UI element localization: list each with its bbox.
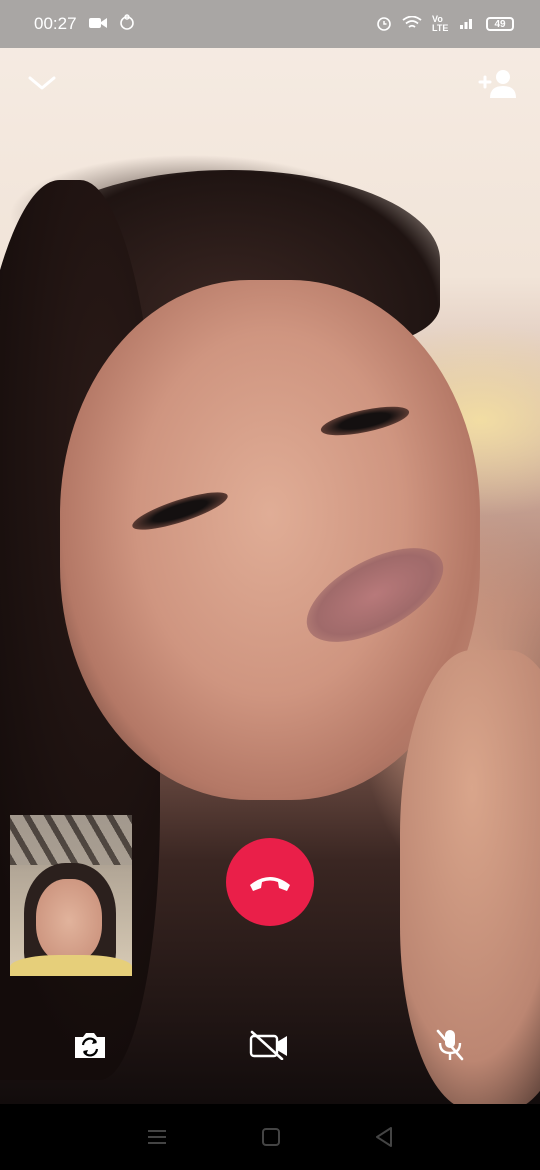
navigation-bar — [0, 1104, 540, 1170]
self-view-face — [36, 879, 102, 963]
chevron-down-icon — [28, 76, 56, 90]
notification-icon — [119, 13, 135, 35]
mic-off-icon — [436, 1029, 464, 1061]
add-person-icon — [478, 70, 516, 98]
alarm-icon — [376, 15, 392, 34]
status-time: 00:27 — [34, 14, 77, 33]
end-call-icon — [250, 877, 290, 891]
wifi-icon — [402, 15, 422, 33]
video-toggle-button[interactable] — [247, 1025, 291, 1065]
self-view-clothing — [10, 955, 132, 976]
volte-label: Vo LTE — [432, 14, 449, 33]
status-bar: 00:27 Vo LTE 49 — [0, 0, 540, 48]
menu-icon[interactable] — [146, 1128, 168, 1146]
end-call-button[interactable] — [226, 838, 314, 926]
flip-camera-button[interactable] — [68, 1025, 112, 1065]
flip-camera-icon — [75, 1033, 105, 1058]
collapse-call-button[interactable] — [24, 66, 60, 102]
mute-button[interactable] — [428, 1025, 472, 1065]
add-participant-button[interactable] — [476, 66, 520, 102]
battery-level: 49 — [494, 18, 506, 30]
signal-icon — [460, 17, 476, 32]
home-icon[interactable] — [261, 1127, 281, 1147]
video-off-icon — [249, 1030, 287, 1060]
battery-icon: 49 — [486, 17, 514, 31]
self-view-ceiling — [10, 815, 132, 865]
back-icon[interactable] — [374, 1126, 394, 1148]
video-call-status-icon — [88, 14, 107, 34]
self-view-thumbnail[interactable] — [10, 815, 132, 976]
